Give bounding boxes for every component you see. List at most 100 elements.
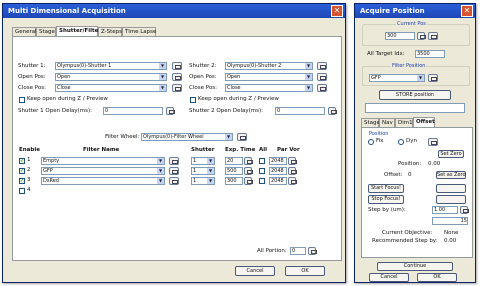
row2-enable-checkbox[interactable]: ✓ (19, 168, 25, 174)
open-pos-select-1[interactable]: Open ▼ (55, 73, 167, 81)
row2-config-button[interactable] (169, 167, 179, 175)
close-pos-select-1[interactable]: Close ▼ (55, 84, 167, 92)
row3-config-button[interactable] (169, 177, 179, 185)
position-config-button[interactable] (428, 138, 438, 146)
row1-filter-select[interactable]: Empty ▼ (41, 157, 165, 165)
row1-exp-spin[interactable] (244, 157, 253, 165)
multi-dimensional-acquisition-window: Multi Dimensional Acquisition ✕ General S… (2, 3, 346, 283)
set-zero-button[interactable]: Set Zero (438, 150, 464, 158)
store-position-button[interactable]: STORE position (379, 90, 451, 100)
row4-enable-checkbox[interactable] (19, 188, 25, 194)
continue-button[interactable]: Continue (377, 262, 453, 271)
tab-stage[interactable]: Stage (361, 118, 380, 127)
window-title-text: Acquire Position (360, 7, 425, 15)
start-focus-button[interactable]: Start Focus! (368, 184, 404, 193)
all-portion-input[interactable]: 0 (290, 247, 306, 255)
row3-filter: DsRed (43, 178, 59, 184)
row3-exp-input[interactable]: 300 (225, 177, 243, 185)
row3-enable-checkbox[interactable]: ✓ (19, 178, 25, 184)
focus-aux-button-1[interactable] (436, 184, 466, 193)
shutter1-delay-value: 0 (105, 108, 109, 114)
col-exp-time: Exp. Time (225, 147, 256, 153)
position-name-input[interactable] (365, 103, 465, 113)
filter-position-select[interactable]: GFP ▼ (369, 74, 425, 82)
row2-filter: GFP (43, 168, 53, 174)
open-pos-config-button-2[interactable] (317, 73, 327, 81)
keep-open-checkbox-2[interactable] (190, 97, 196, 103)
tab-general[interactable]: General (12, 27, 37, 36)
ok-button[interactable]: OK (285, 266, 325, 276)
current-objective-value: None (444, 230, 459, 236)
shutter2-delay-input[interactable]: 0 (275, 107, 325, 115)
close-pos-config-button-1[interactable] (172, 84, 182, 92)
row1-enable-checkbox[interactable]: ✓ (19, 158, 25, 164)
current-pos-group (362, 24, 470, 46)
step-input[interactable]: 1.00 (432, 206, 458, 214)
shutter1-delay-spin[interactable] (166, 107, 175, 115)
stop-focus-button[interactable]: Stop Focus! (368, 195, 404, 204)
close-pos-select-2[interactable]: Close ▼ (225, 84, 313, 92)
row1-exp-input[interactable]: 20 (225, 157, 243, 165)
row3-all-input[interactable]: 2048 (269, 177, 287, 185)
set-as-zero-button[interactable]: Set as Zero (436, 171, 466, 179)
cancel-button[interactable]: Cancel (235, 266, 275, 276)
tab-time-lapse[interactable]: Time Lapse (122, 27, 156, 36)
row2-exp-spin[interactable] (244, 167, 253, 175)
shutter1-select[interactable]: Olympus(0)-Shutter 1 ▼ (55, 62, 167, 70)
filter-wheel-value: Olympus(0)-Filter Wheel (143, 134, 204, 140)
row1-all-checkbox[interactable] (259, 158, 265, 164)
row2-exp-input[interactable]: 500 (225, 167, 243, 175)
shutter2-delay-value: 0 (277, 108, 281, 114)
filter-wheel-select[interactable]: Olympus(0)-Filter Wheel ▼ (141, 133, 233, 141)
row2-all-input[interactable]: 2048 (269, 167, 287, 175)
shutter1-config-button[interactable] (172, 62, 182, 70)
shutter2-select[interactable]: Olympus(0)-Shutter 2 ▼ (225, 62, 313, 70)
shutter1-delay-input[interactable]: 0 (103, 107, 163, 115)
row2-shutter-select[interactable]: 1 ▼ (191, 167, 215, 175)
step-label: Step by (um): (368, 207, 406, 213)
close-icon[interactable]: ✕ (461, 5, 473, 17)
row3-filter-select[interactable]: DsRed ▼ (41, 177, 165, 185)
shutter2-config-button[interactable] (317, 62, 327, 70)
row1-all-input[interactable]: 2048 (269, 157, 287, 165)
step-spin[interactable] (460, 206, 469, 214)
shutter2-delay-spin[interactable] (328, 107, 337, 115)
tab-shutter-filters[interactable]: Shutter/Filters (56, 26, 104, 36)
fix-radio[interactable] (368, 139, 374, 145)
filter-position-config-button[interactable] (428, 74, 438, 82)
current-pos-config-button[interactable] (428, 32, 438, 40)
row1-shutter-select[interactable]: 1 ▼ (191, 157, 215, 165)
offset-panel: Position Fix Dyn Set Zero Position: 0.00… (361, 127, 473, 258)
current-pos-input[interactable]: 300 (385, 32, 415, 40)
all-target-input[interactable]: 3500 (415, 50, 445, 58)
cancel-button[interactable]: Cancel (369, 273, 409, 282)
row2-all-checkbox[interactable] (259, 168, 265, 174)
keep-open-checkbox-1[interactable] (19, 97, 25, 103)
steps-input[interactable]: 15 (432, 217, 468, 225)
tab-z-steps[interactable]: Z-Steps (98, 27, 122, 36)
current-pos-spin[interactable] (417, 32, 426, 40)
tab-nav[interactable]: Nav (379, 118, 395, 127)
all-portion-spin[interactable] (308, 247, 317, 255)
row3-exp-spin[interactable] (244, 177, 253, 185)
open-pos-config-button-1[interactable] (172, 73, 182, 81)
row3-all-spin[interactable] (288, 177, 297, 185)
close-icon[interactable]: ✕ (331, 5, 343, 17)
row1-config-button[interactable] (169, 157, 179, 165)
chevron-down-icon: ▼ (207, 168, 214, 174)
row2-filter-select[interactable]: GFP ▼ (41, 167, 165, 175)
row2-all-spin[interactable] (288, 167, 297, 175)
close-pos-config-button-2[interactable] (317, 84, 327, 92)
row3-shutter-select[interactable]: 1 ▼ (191, 177, 215, 185)
row1-all-spin[interactable] (288, 157, 297, 165)
row3-all-checkbox[interactable] (259, 178, 265, 184)
row2-shutter: 1 (193, 168, 197, 174)
focus-aux-button-2[interactable] (436, 195, 466, 204)
tab-dim1[interactable]: Dim1 (395, 118, 413, 127)
dyn-radio[interactable] (398, 139, 404, 145)
tab-stage[interactable]: Stage (36, 27, 56, 36)
ok-button[interactable]: OK (417, 273, 457, 282)
filter-wheel-config-button[interactable] (237, 133, 247, 141)
open-pos-select-2[interactable]: Open ▼ (225, 73, 313, 81)
tab-offset[interactable]: Offset (413, 117, 435, 127)
